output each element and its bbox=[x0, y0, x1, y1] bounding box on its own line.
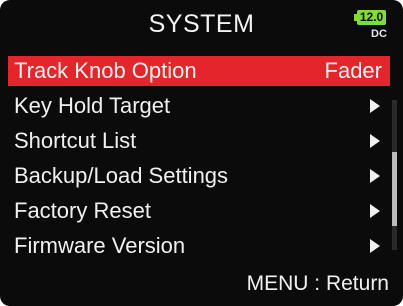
menu-item-track-knob-option[interactable]: Track Knob Option Fader bbox=[8, 56, 390, 86]
menu-item-label: Factory Reset bbox=[14, 198, 151, 223]
menu-item-label: Track Knob Option bbox=[14, 58, 197, 83]
chevron-right-icon bbox=[370, 239, 380, 253]
page-title: SYSTEM bbox=[148, 10, 255, 38]
menu-scrollbar[interactable] bbox=[392, 100, 397, 250]
chevron-right-icon bbox=[370, 169, 380, 183]
battery-level: 12.0 bbox=[357, 10, 386, 25]
chevron-right-icon bbox=[370, 204, 380, 218]
chevron-right-icon bbox=[370, 134, 380, 148]
menu-item-factory-reset[interactable]: Factory Reset bbox=[8, 196, 390, 226]
chevron-right-icon bbox=[370, 99, 380, 113]
scroll-thumb[interactable] bbox=[392, 152, 397, 226]
menu-item-label: Backup/Load Settings bbox=[14, 163, 229, 188]
menu-item-label: Firmware Version bbox=[14, 233, 186, 258]
battery-icon: 12.0 bbox=[354, 10, 388, 25]
menu-item-backup-load-settings[interactable]: Backup/Load Settings bbox=[8, 161, 390, 191]
menu-item-shortcut-list[interactable]: Shortcut List bbox=[8, 126, 390, 156]
menu-item-label: Key Hold Target bbox=[14, 93, 171, 118]
menu-item-key-hold-target[interactable]: Key Hold Target bbox=[8, 91, 390, 121]
menu-item-label: Shortcut List bbox=[14, 128, 137, 153]
menu-item-firmware-version[interactable]: Firmware Version bbox=[8, 231, 390, 261]
device-screen: SYSTEM 12.0 DC Track Knob Option Fader K… bbox=[0, 0, 403, 306]
menu-return-hint: MENU : Return bbox=[246, 272, 389, 295]
header-bar: SYSTEM 12.0 DC bbox=[0, 0, 403, 52]
power-source-label: DC bbox=[371, 28, 387, 40]
menu-item-value: Fader bbox=[324, 58, 382, 83]
